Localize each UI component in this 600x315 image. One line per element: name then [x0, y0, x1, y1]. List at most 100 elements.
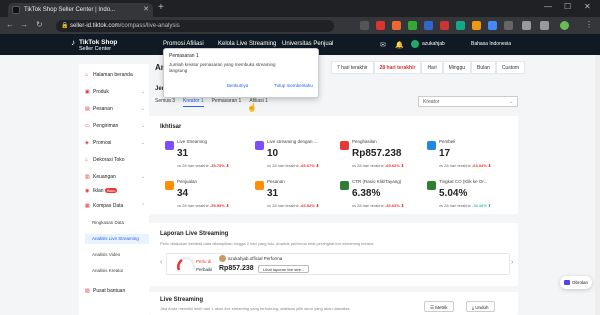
sidebar-item-kompas-data[interactable]: ▦ Kompas Data ⌃: [85, 201, 147, 211]
sidebar-item-pusat-bantuan[interactable]: ▨ Pusat bantuan: [85, 286, 147, 296]
avatar[interactable]: [411, 40, 419, 48]
metric-value: 31: [177, 148, 189, 159]
metric-delta: -66.67% ⬇: [299, 163, 320, 168]
extension-icon[interactable]: [440, 21, 449, 30]
metric-card[interactable]: Pesanan 31 vs 28 hari terakhir -66.52% ⬇: [255, 179, 335, 215]
metric-compare-label: vs 28 hari terakhir: [267, 163, 299, 168]
metric-card[interactable]: Penjualan 34 vs 28 hari terakhir -55.95%…: [165, 179, 245, 215]
chat-label: Obrolan: [572, 280, 589, 285]
metric-compare-label: vs 28 hari terakhir: [352, 163, 384, 168]
reload-icon[interactable]: ↻: [36, 20, 43, 29]
metric-card[interactable]: Tingkat CO (Klik ke Or... 5.04% vs 28 ha…: [427, 179, 507, 215]
period-custom[interactable]: Custom: [495, 61, 526, 74]
sidebar-sub-analisis-live[interactable]: Analisis Live Streaming: [85, 234, 149, 244]
download-button[interactable]: ⤓ Unduh: [466, 301, 495, 312]
sidebar-item-pengiriman[interactable]: ▭ Pengiriman ⌄: [85, 121, 147, 131]
profile-icon[interactable]: [560, 21, 569, 30]
sidebar-item-pesanan[interactable]: ▤ Pesanan ⌄: [85, 104, 147, 114]
period-hari[interactable]: Hari: [421, 61, 443, 74]
sidebar-item-label: Pengiriman: [93, 123, 119, 129]
window-close-icon[interactable]: ✕: [584, 2, 591, 11]
sidebar-sub-analisis-kreator[interactable]: Analisis Kreator: [92, 266, 124, 276]
period-minggu[interactable]: Minggu: [442, 61, 472, 74]
sidebar-item-promosi[interactable]: ◈ Promosi ⌄: [85, 138, 147, 148]
order-icon: ▤: [85, 106, 90, 112]
seller-center-logo[interactable]: ♪ TikTok Shop Seller Center: [71, 39, 117, 53]
nav-kelola-live[interactable]: Kelola Live Streaming: [218, 41, 276, 47]
nav-universitas[interactable]: Universitas Penjual: [282, 41, 333, 47]
tooltip-close-button[interactable]: Tutup memberitahu: [274, 83, 313, 88]
metric-compare: vs 28 hari terakhir -46.03% ⬇: [352, 203, 404, 208]
url-domain: seller-id.tiktok.com: [70, 23, 120, 29]
metric-card[interactable]: Pembeli 17 vs 28 hari terakhir -63.04% ⬇: [427, 139, 507, 175]
extension-icon[interactable]: [408, 21, 417, 30]
extension-icon[interactable]: [472, 21, 481, 30]
extension-icon[interactable]: [392, 21, 401, 30]
back-icon[interactable]: ←: [6, 20, 14, 29]
address-bar[interactable]: 🔒 seller-id.tiktok.com/compass/live-anal…: [56, 20, 334, 32]
sidebar-item-beranda[interactable]: ⌂ Halaman beranda: [85, 70, 147, 80]
chat-button[interactable]: Obrolan: [560, 276, 592, 289]
extension-icon[interactable]: [360, 21, 369, 30]
sidebar-item-iklan[interactable]: ◉ Iklan Baru: [85, 186, 147, 196]
username[interactable]: azukahjab: [422, 41, 445, 47]
extension-icon[interactable]: [488, 21, 497, 30]
promo-icon: ◈: [85, 140, 89, 146]
metric-label: CTR (Rasio Klik/Tayang): [352, 179, 402, 184]
chat-bubble-icon: [564, 280, 570, 285]
select-value: Kreator: [423, 99, 440, 105]
period-bulan[interactable]: Bulan: [471, 61, 496, 74]
creator-avatar: [219, 255, 226, 262]
sidebar-item-keuangan[interactable]: ▥ Keuangan ⌄: [85, 172, 147, 182]
chevron-right-icon[interactable]: ›: [511, 259, 513, 266]
tab-kreator[interactable]: Kreator 1: [183, 98, 204, 107]
sidebar-item-produk[interactable]: ▣ Produk ⌄: [85, 87, 147, 97]
nav-promosi-afiliasi[interactable]: Promosi Afiliasi: [163, 41, 204, 47]
logo-line2: Seller Center: [79, 46, 112, 52]
period-28[interactable]: 28 hari terakhir: [373, 61, 422, 74]
chat-icon[interactable]: ✉: [380, 41, 386, 49]
tooltip-next-button[interactable]: Berikutnya: [227, 83, 248, 88]
minimize-icon[interactable]: —: [544, 2, 552, 11]
extension-icon[interactable]: [424, 21, 433, 30]
metric-button[interactable]: ☰ Metrik: [424, 301, 454, 312]
sidebar-item-label: Pusat bantuan: [93, 288, 126, 294]
metric-card[interactable]: Live streaming dengan ... 10 vs 28 hari …: [255, 139, 335, 175]
chevron-left-icon[interactable]: ‹: [160, 259, 162, 266]
new-tab-icon[interactable]: +: [158, 2, 164, 13]
sidebar-item-label: Dekorasi Toko: [93, 157, 125, 163]
metric-card[interactable]: Live Streaming 31 vs 28 hari terakhir -3…: [165, 139, 245, 175]
metric-card[interactable]: CTR (Rasio Klik/Tayang) 6.38% vs 28 hari…: [340, 179, 420, 215]
view-live-report-button[interactable]: Lihat laporan live stre...: [258, 265, 310, 273]
metric-label: Live streaming dengan ...: [267, 139, 318, 144]
live-report-row: [166, 253, 510, 275]
tab-close-icon[interactable]: ✕: [143, 3, 149, 17]
sidebar-item-dekorasi[interactable]: ⌂ Dekorasi Toko: [85, 155, 147, 165]
sidebar-sub-ringkasan[interactable]: Ringkasan Data: [92, 218, 124, 228]
creator-revenue: Rp857.238: [219, 265, 254, 272]
metric-compare: vs 28 hari terakhir -63.04% ⬇: [439, 163, 491, 168]
extension-icon[interactable]: [504, 21, 513, 30]
puzzle-icon[interactable]: [522, 21, 531, 30]
sidepanel-icon[interactable]: [540, 21, 549, 30]
tab-pemasaran[interactable]: Pemasaran 1: [212, 98, 242, 107]
sidebar-sub-analisis-video[interactable]: Analisis Video: [92, 250, 120, 260]
notification-icon[interactable]: 🔔: [395, 41, 404, 49]
metric-compare: vs 28 hari terakhir -38.48% ⬆: [439, 203, 491, 208]
forward-icon[interactable]: →: [20, 20, 28, 29]
scrollbar[interactable]: [595, 55, 600, 315]
tiktok-favicon-icon: [12, 6, 20, 14]
browser-tab[interactable]: TikTok Shop Seller Center | Indo... ✕: [8, 3, 153, 17]
maximize-icon[interactable]: ☐: [564, 2, 571, 11]
metric-icon: [340, 181, 349, 190]
extension-icon[interactable]: [376, 21, 385, 30]
tab-semua[interactable]: Semua 3: [155, 98, 175, 107]
period-7[interactable]: 7 hari terakhir: [331, 61, 374, 74]
metric-card[interactable]: Penghasilan Rp857.238 vs 28 hari terakhi…: [340, 139, 420, 175]
language-selector[interactable]: Bahasa Indonesia: [471, 41, 511, 47]
creator-select[interactable]: Kreator ⌄: [418, 96, 518, 107]
metric-icon: [427, 181, 436, 190]
metric-compare-label: vs 28 hari terakhir: [439, 203, 471, 208]
extension-icon[interactable]: [456, 21, 465, 30]
menu-dots-icon[interactable]: ⋮: [585, 20, 593, 29]
